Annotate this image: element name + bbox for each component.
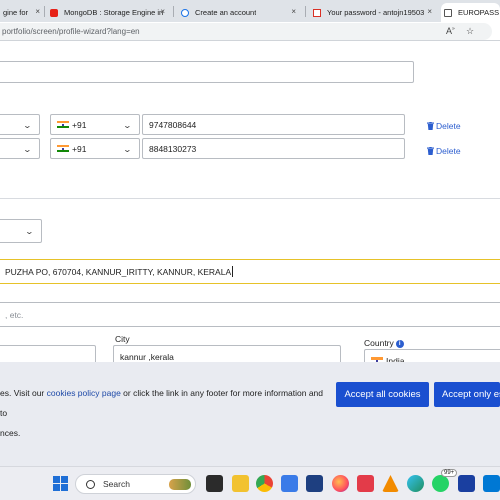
address-type-select[interactable]: ⌄ bbox=[0, 219, 42, 243]
loading-icon bbox=[181, 8, 189, 17]
firefox-icon[interactable] bbox=[332, 475, 349, 492]
country-label: Country i bbox=[364, 338, 404, 348]
tab-mongodb[interactable]: MongoDB : Storage Engine in × bbox=[47, 3, 171, 22]
city-label: City bbox=[115, 334, 130, 344]
youtube-icon bbox=[50, 8, 58, 17]
whatsapp-icon[interactable] bbox=[432, 475, 449, 492]
search-label: Search bbox=[103, 479, 130, 489]
accept-all-cookies-button[interactable]: Accept all cookies bbox=[336, 382, 429, 407]
country-code-select-2[interactable]: +91 ⌄ bbox=[50, 138, 140, 159]
close-icon[interactable]: × bbox=[35, 7, 40, 16]
cookie-text: es. Visit our cookies policy page or cli… bbox=[0, 383, 330, 443]
tab-title: Create an account bbox=[195, 8, 257, 17]
phone-number-input-1[interactable]: 9747808644 bbox=[142, 114, 405, 135]
favorite-star-icon[interactable]: ☆ bbox=[466, 26, 474, 37]
trash-icon bbox=[427, 147, 434, 155]
tab-google[interactable]: gine for × bbox=[0, 3, 42, 22]
close-icon[interactable]: × bbox=[160, 7, 165, 16]
chevron-down-icon: ⌄ bbox=[22, 120, 33, 130]
app-icon-3[interactable] bbox=[483, 475, 500, 492]
cookie-text-pre: es. Visit our bbox=[0, 388, 47, 398]
file-explorer-icon[interactable] bbox=[232, 475, 249, 492]
india-flag-icon bbox=[57, 144, 69, 153]
section-divider bbox=[0, 198, 500, 199]
tab-title: gine for bbox=[3, 8, 29, 17]
name-input[interactable] bbox=[0, 61, 414, 83]
url-field[interactable]: portfolio/screen/profile-wizard?lang=en … bbox=[0, 23, 492, 40]
search-highlight-icon bbox=[169, 479, 191, 490]
page-icon bbox=[444, 8, 452, 17]
address-bar: portfolio/screen/profile-wizard?lang=en … bbox=[0, 22, 500, 41]
delete-label: Delete bbox=[436, 146, 461, 156]
city-value: kannur ,kerala bbox=[120, 352, 174, 362]
phone-type-select-2[interactable]: ⌄ bbox=[0, 138, 40, 159]
cookie-text-line2: nces. bbox=[0, 428, 21, 438]
app-icon[interactable] bbox=[306, 475, 323, 492]
music-icon[interactable] bbox=[357, 475, 374, 492]
notification-badge: 99+ bbox=[441, 469, 458, 477]
gmail-icon bbox=[313, 8, 321, 17]
country-label-text: Country bbox=[364, 338, 394, 348]
address-line-input[interactable]: PUZHA PO, 670704, KANNUR_IRITTY, KANNUR,… bbox=[0, 259, 500, 284]
accept-essential-cookies-button[interactable]: Accept only es bbox=[434, 382, 500, 407]
tab-create-account[interactable]: Create an account × bbox=[178, 3, 302, 22]
delete-phone-button-2[interactable]: Delete bbox=[427, 146, 461, 156]
india-flag-icon bbox=[57, 120, 69, 129]
cookie-banner: es. Visit our cookies policy page or cli… bbox=[0, 362, 500, 466]
edge-icon[interactable] bbox=[407, 475, 424, 492]
text-cursor bbox=[232, 266, 234, 277]
tab-title: Your password - antojn19503 bbox=[327, 8, 425, 17]
address-line-value: PUZHA PO, 670704, KANNUR_IRITTY, KANNUR,… bbox=[5, 266, 232, 277]
tab-europass[interactable]: EUROPASS bbox=[441, 3, 500, 22]
vlc-icon[interactable] bbox=[382, 475, 399, 492]
phone-number-value: 9747808644 bbox=[149, 119, 197, 130]
trash-icon bbox=[427, 122, 434, 130]
info-icon[interactable]: i bbox=[395, 340, 404, 348]
chevron-down-icon: ⌄ bbox=[22, 144, 33, 154]
address-line-2-input[interactable]: , etc. bbox=[0, 302, 500, 327]
phone-number-value: 8848130273 bbox=[149, 143, 197, 154]
tab-gmail[interactable]: Your password - antojn19503 × bbox=[310, 3, 438, 22]
read-aloud-icon[interactable]: A» bbox=[446, 26, 455, 36]
app-icon-2[interactable] bbox=[458, 475, 475, 492]
search-icon bbox=[86, 479, 95, 489]
phone-type-select-1[interactable]: ⌄ bbox=[0, 114, 40, 135]
browser-tab-strip: gine for × MongoDB : Storage Engine in ×… bbox=[0, 0, 500, 22]
cookies-policy-link[interactable]: cookies policy page bbox=[47, 388, 121, 398]
chrome-icon[interactable] bbox=[256, 475, 273, 492]
tab-title: MongoDB : Storage Engine in bbox=[64, 8, 164, 17]
chevron-down-icon: ⌄ bbox=[122, 144, 133, 154]
taskbar-search[interactable]: Search bbox=[75, 474, 196, 494]
delete-label: Delete bbox=[436, 121, 461, 131]
address-hint: , etc. bbox=[5, 309, 24, 320]
delete-phone-button-1[interactable]: Delete bbox=[427, 121, 461, 131]
country-code: +91 bbox=[72, 119, 87, 130]
close-icon[interactable]: × bbox=[427, 7, 432, 16]
country-code: +91 bbox=[72, 143, 87, 154]
store-icon[interactable] bbox=[281, 475, 298, 492]
task-view-icon[interactable] bbox=[206, 475, 223, 492]
phone-number-input-2[interactable]: 8848130273 bbox=[142, 138, 405, 159]
chevron-down-icon: ⌄ bbox=[24, 227, 35, 236]
chevron-down-icon: ⌄ bbox=[122, 120, 133, 130]
close-icon[interactable]: × bbox=[291, 7, 296, 16]
country-code-select-1[interactable]: +91 ⌄ bbox=[50, 114, 140, 135]
taskbar: Search 99+ bbox=[0, 466, 500, 500]
windows-start-icon[interactable] bbox=[52, 475, 69, 492]
url-text: portfolio/screen/profile-wizard?lang=en bbox=[2, 27, 140, 36]
tab-title: EUROPASS bbox=[458, 8, 500, 17]
